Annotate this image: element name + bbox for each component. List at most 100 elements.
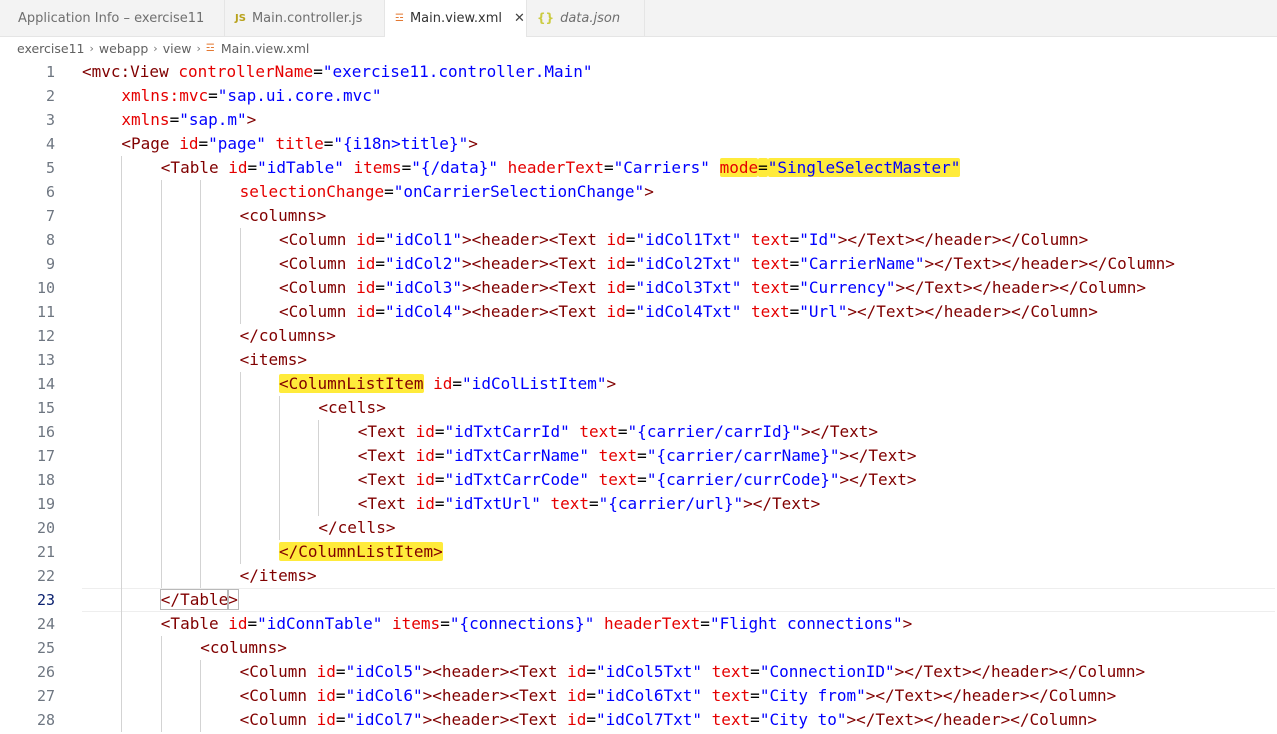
code-line[interactable]: 22 </items> <box>0 564 1277 588</box>
xml-attribute-token: selectionChange <box>239 182 385 201</box>
indent-guide <box>200 420 202 444</box>
xml-attribute-token: controllerName <box>178 62 314 81</box>
indent-guide <box>279 492 280 516</box>
indent-guide <box>160 348 162 372</box>
xml-tag-token: ></Text> <box>743 494 821 513</box>
xml-tag-token: <Page <box>121 134 180 153</box>
indent-guide <box>121 492 123 516</box>
code-line[interactable]: 20 </cells> <box>0 516 1277 540</box>
xml-attribute-token: id <box>179 134 199 153</box>
tab-data-json[interactable]: {} data.json <box>527 0 645 36</box>
code-line[interactable]: 17 <Text id="idTxtCarrName" text="{carrie… <box>0 444 1277 468</box>
string-token: "sap.m" <box>179 110 247 129</box>
code-text: </cells> <box>318 516 395 540</box>
indent-guide <box>121 228 123 252</box>
code-editor[interactable]: 1 <mvc:View controllerName="exercise11.co… <box>0 58 1277 734</box>
xml-attribute-token: id <box>415 494 435 513</box>
indent-guide <box>160 708 162 732</box>
code-line[interactable]: 18 <Text id="idTxtCarrCode" text="{carrie… <box>0 468 1277 492</box>
punctuation-token: = <box>586 686 597 705</box>
breadcrumb-item[interactable]: webapp <box>99 41 148 56</box>
tab-main-controller-js[interactable]: JS Main.controller.js <box>225 0 385 36</box>
line-number: 24 <box>36 615 55 633</box>
code-line[interactable]: 24 <Table id="idConnTable" items="{connec… <box>0 612 1277 636</box>
code-line[interactable]: 3 xmlns="sap.m"> <box>0 108 1277 132</box>
punctuation-token: = <box>335 662 346 681</box>
indent-guide <box>239 300 241 324</box>
indent-guide <box>160 300 162 324</box>
string-token: "ConnectionID" <box>759 662 895 681</box>
xml-attribute-token: id <box>433 374 453 393</box>
line-number: 15 <box>36 399 55 417</box>
xml-tag-token: </cells> <box>318 518 396 537</box>
code-line[interactable]: 7 <columns> <box>0 204 1277 228</box>
indent-guide <box>121 372 123 396</box>
code-line[interactable]: 28 <Column id="idCol7"><header><Text id="… <box>0 708 1277 732</box>
code-line[interactable]: 26 <Column id="idCol5"><header><Text id="… <box>0 660 1277 684</box>
punctuation-token: = <box>384 182 394 201</box>
indent-guide <box>121 156 123 180</box>
punctuation-token: = <box>434 446 445 465</box>
indent-guide <box>121 420 123 444</box>
xml-tag-token: </items> <box>239 566 317 585</box>
punctuation-token: = <box>789 230 800 249</box>
code-line[interactable]: 1 <mvc:View controllerName="exercise11.co… <box>0 60 1277 84</box>
string-token: "idConnTable" <box>257 614 383 633</box>
code-line[interactable]: 15 <cells> <box>0 396 1277 420</box>
xml-tag-token: > <box>227 589 239 610</box>
indent-guide <box>160 324 162 348</box>
punctuation-token <box>570 422 580 441</box>
string-token: "{/data}" <box>411 158 498 177</box>
code-line[interactable]: 12 </columns> <box>0 324 1277 348</box>
tab-main-view-xml[interactable]: ☲ Main.view.xml ✕ <box>385 0 527 37</box>
indent-guide <box>160 276 162 300</box>
line-number: 21 <box>36 543 55 561</box>
punctuation-token <box>710 158 720 177</box>
punctuation-token: = <box>375 278 385 297</box>
code-line[interactable]: 8 <Column id="idCol1"><header><Text id="i… <box>0 228 1277 252</box>
code-line[interactable]: 11 <Column id="idCol4"><header><Text id="… <box>0 300 1277 324</box>
breadcrumb-item[interactable]: view <box>163 41 192 56</box>
code-line[interactable]: 13 <items> <box>0 348 1277 372</box>
string-token: "idTxtUrl" <box>444 494 541 513</box>
breadcrumb-item[interactable]: Main.view.xml <box>221 41 309 56</box>
indent-guide <box>200 324 202 348</box>
chevron-right-icon: › <box>153 41 158 55</box>
code-line[interactable]: 27 <Column id="idCol6"><header><Text id="… <box>0 684 1277 708</box>
tab-application-info[interactable]: Application Info – exercise11 <box>0 0 225 36</box>
code-line[interactable]: 5 <Table id="idTable" items="{/data}" hea… <box>0 156 1277 180</box>
indent-guide <box>121 684 123 708</box>
code-text: <ColumnListItem id="idColListItem"> <box>279 372 616 396</box>
code-line[interactable]: 6 selectionChange="onCarrierSelectionChan… <box>0 180 1277 204</box>
code-line[interactable]: 25 <columns> <box>0 636 1277 660</box>
code-text: <Text id="idTxtUrl" text="{carrier/url}"… <box>358 492 820 516</box>
punctuation-token: = <box>335 710 346 729</box>
string-token: "City to" <box>759 710 847 729</box>
code-line[interactable]: 10 <Column id="idCol3"><header><Text id="… <box>0 276 1277 300</box>
string-token: "Id" <box>799 230 838 249</box>
indent-guide <box>239 396 241 420</box>
breadcrumb-item[interactable]: exercise11 <box>17 41 85 56</box>
code-line[interactable]: 19 <Text id="idTxtUrl" text="{carrier/url… <box>0 492 1277 516</box>
punctuation-token: = <box>375 302 385 321</box>
code-line[interactable]: 2 xmlns:mvc="sap.ui.core.mvc" <box>0 84 1277 108</box>
code-line[interactable]: 21 </ColumnListItem> <box>0 540 1277 564</box>
indent-guide <box>239 276 241 300</box>
close-icon[interactable]: ✕ <box>514 11 525 26</box>
code-line[interactable]: 9 <Column id="idCol2"><header><Text id="i… <box>0 252 1277 276</box>
line-number: 19 <box>36 495 55 513</box>
code-line[interactable]: 14 <ColumnListItem id="idColListItem"> <box>0 372 1277 396</box>
code-line[interactable]: 16 <Text id="idTxtCarrId" text="{carrier/… <box>0 420 1277 444</box>
indent-guide <box>200 564 202 588</box>
punctuation-token: = <box>434 494 445 513</box>
code-line[interactable]: 4 <Page id="page" title="{i18n>title}"> <box>0 132 1277 156</box>
line-number: 27 <box>36 687 55 705</box>
punctuation-token <box>589 470 599 489</box>
code-text: <Column id="idCol1"><header><Text id="id… <box>279 228 1088 252</box>
code-line[interactable]: 23 </Table> <box>0 588 1277 612</box>
punctuation-token: = <box>625 278 636 297</box>
xml-tag-token: ></Text></header></Column> <box>895 278 1146 297</box>
xml-tag-token: <Text <box>357 422 416 441</box>
punctuation-token: = <box>750 686 760 705</box>
string-token: "idCol1Txt" <box>635 230 742 249</box>
